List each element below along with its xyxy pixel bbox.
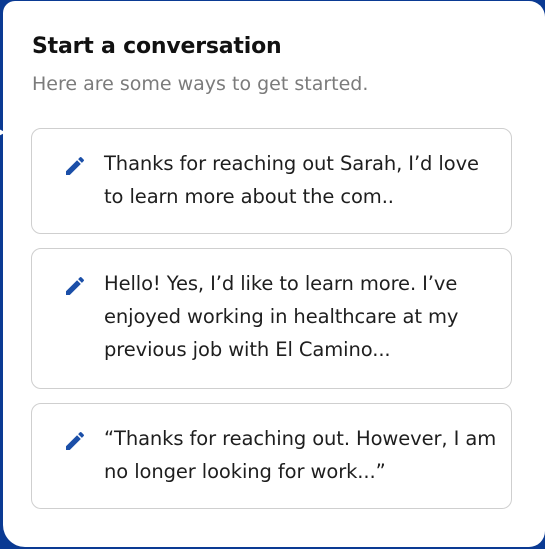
suggestion-card[interactable]: Thanks for reaching out Sarah, I’d love … (31, 128, 512, 234)
suggestion-text: “Thanks for reaching out. However, I am … (104, 427, 497, 483)
pencil-icon (66, 431, 85, 450)
suggestion-card[interactable]: “Thanks for reaching out. However, I am … (31, 403, 512, 509)
pencil-icon (66, 156, 85, 175)
start-conversation-panel: Start a conversation Here are some ways … (3, 1, 545, 547)
suggestion-text: Hello! Yes, I’d like to learn more. I’ve… (104, 272, 459, 361)
suggestion-card[interactable]: Hello! Yes, I’d like to learn more. I’ve… (31, 248, 512, 389)
pencil-icon (66, 276, 85, 295)
panel-title: Start a conversation (32, 34, 282, 59)
suggestion-text: Thanks for reaching out Sarah, I’d love … (104, 152, 479, 208)
panel-subtitle: Here are some ways to get started. (32, 73, 369, 95)
